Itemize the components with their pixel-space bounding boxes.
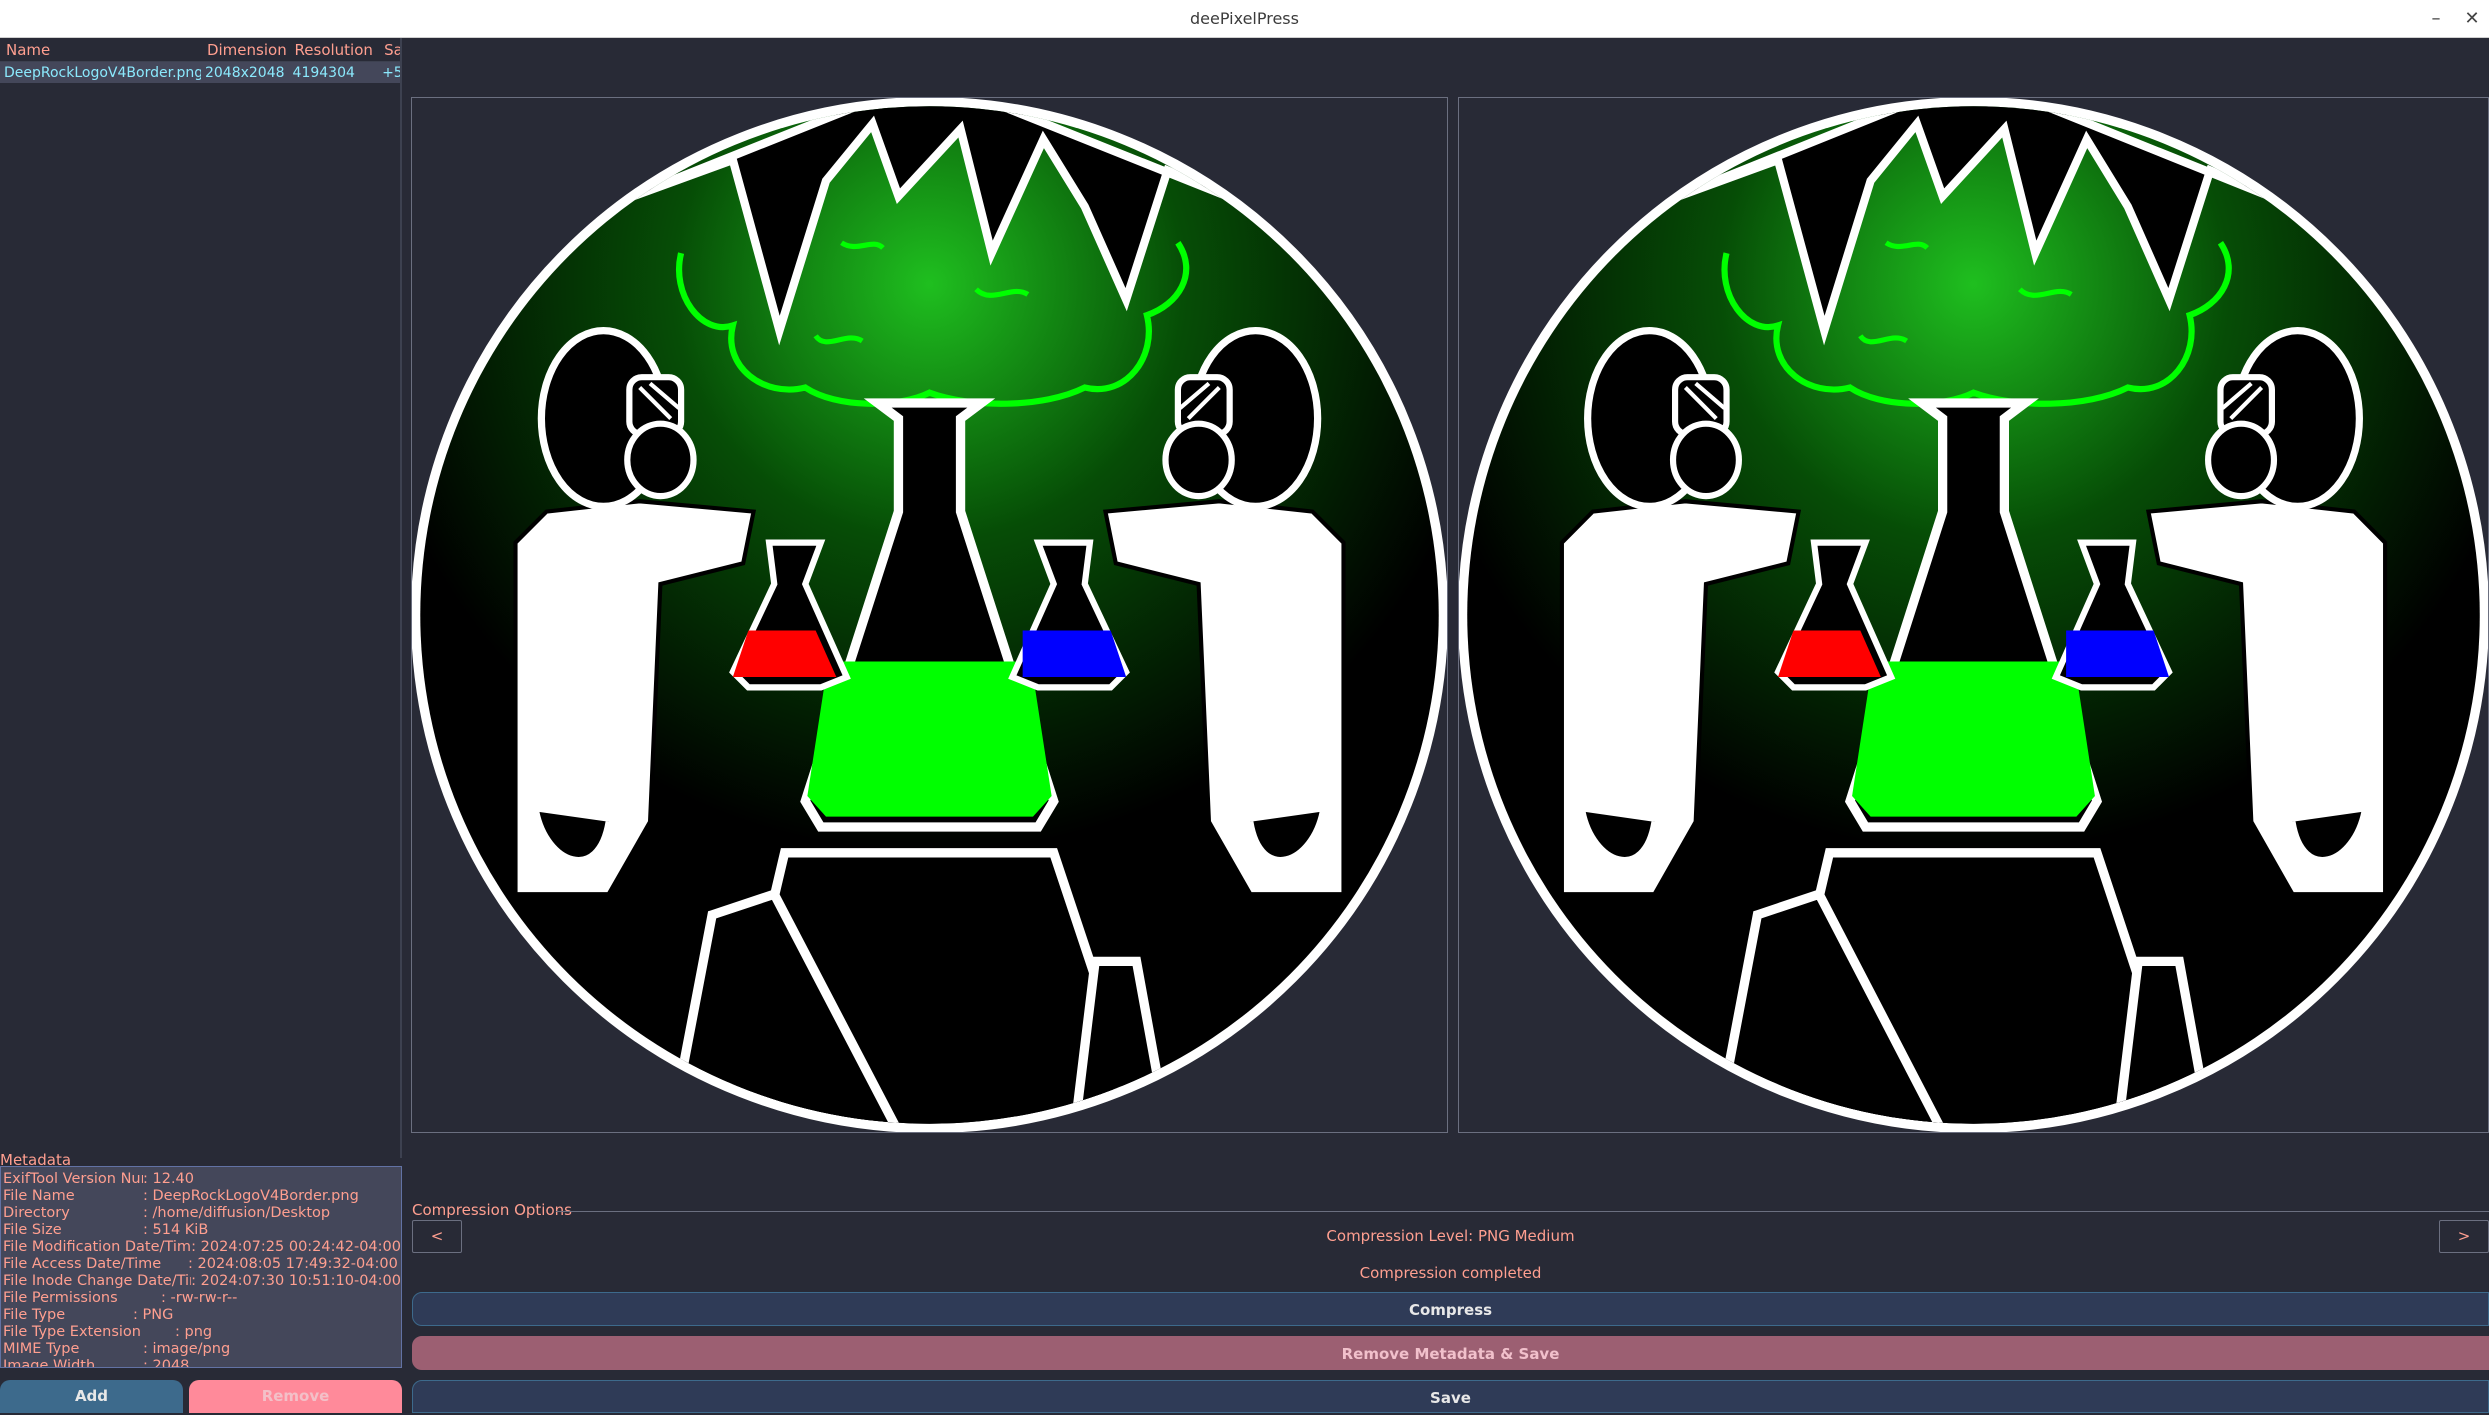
metadata-line: File Modification Date/Time: 2024:07:25 … (3, 1239, 401, 1256)
metadata-line: File Permissions : -rw-rw-r-- (3, 1290, 401, 1307)
window-title: deePixelPress (1190, 9, 1299, 28)
column-header-name[interactable]: Name (0, 41, 201, 59)
compress-button[interactable]: Compress (412, 1292, 2489, 1326)
remove-button[interactable]: Remove (189, 1380, 402, 1413)
compression-level-text: Compression Level: PNG Medium (1326, 1227, 1575, 1245)
metadata-value: : 514 KiB (143, 1222, 209, 1238)
metadata-value: : PNG (133, 1307, 174, 1323)
file-row[interactable]: DeepRockLogoV4Border.png 2048x2048 41943… (0, 62, 400, 83)
metadata-key: ExifTool Version Number (3, 1171, 143, 1187)
column-header-dimension[interactable]: Dimension (201, 41, 289, 59)
metadata-key: File Type Extension (3, 1324, 141, 1340)
metadata-value: : -rw-rw-r-- (161, 1290, 238, 1306)
metadata-key: File Name (3, 1188, 75, 1204)
metadata-value: : 2048 (143, 1358, 190, 1368)
metadata-value: : 2024:08:05 17:49:32-04:00 (188, 1256, 398, 1272)
metadata-line: File Name : DeepRockLogoV4Border.png (3, 1188, 401, 1205)
metadata-value: : png (175, 1324, 213, 1340)
metadata-key: Image Width (3, 1358, 96, 1368)
add-button[interactable]: Add (0, 1380, 183, 1413)
remove-metadata-save-button[interactable]: Remove Metadata & Save (412, 1336, 2489, 1370)
metadata-line: ExifTool Version Number: 12.40 (3, 1171, 401, 1188)
metadata-key: File Type (3, 1307, 66, 1323)
logo-image-compressed (1459, 98, 2488, 1132)
metadata-line: File Type : PNG (3, 1307, 401, 1324)
column-header-resolution[interactable]: Resolution (289, 41, 379, 59)
file-list-header: Name Dimension Resolution Sa (0, 38, 400, 62)
metadata-key: File Size (3, 1222, 62, 1238)
metadata-key: File Modification Date/Time (3, 1239, 192, 1255)
metadata-key: File Access Date/Time (3, 1256, 162, 1272)
metadata-value: : DeepRockLogoV4Border.png (143, 1188, 359, 1204)
metadata-value: : 2024:07:25 00:24:42-04:00 (191, 1239, 401, 1255)
metadata-line: File Inode Change Date/Time: 2024:07:30 … (3, 1273, 401, 1290)
minimize-icon[interactable]: – (2419, 0, 2453, 38)
metadata-line: MIME Type : image/png (3, 1341, 401, 1358)
save-button[interactable]: Save (412, 1380, 2489, 1413)
previous-level-button[interactable]: < (412, 1220, 462, 1253)
file-dimension-cell: 2048x2048 (204, 64, 285, 81)
metadata-line: File Type Extension : png (3, 1324, 401, 1341)
next-level-button[interactable]: > (2439, 1220, 2489, 1253)
file-resolution-cell: 4194304 (292, 64, 355, 81)
metadata-line: Directory : /home/diffusion/Desktop (3, 1205, 401, 1222)
metadata-value: : image/png (143, 1341, 231, 1357)
metadata-key: Directory (3, 1205, 70, 1221)
compressed-image-preview (1458, 97, 2489, 1133)
file-list[interactable]: Name Dimension Resolution Sa DeepRockLog… (0, 38, 402, 1158)
metadata-line: File Size : 514 KiB (3, 1222, 401, 1239)
metadata-key: File Inode Change Date/Time (3, 1273, 191, 1289)
metadata-value: : /home/diffusion/Desktop (143, 1205, 331, 1221)
file-size-cell: +5 (382, 64, 400, 81)
metadata-value: : 2024:07:30 10:51:10-04:00 (191, 1273, 401, 1289)
metadata-line: File Access Date/Time : 2024:08:05 17:49:… (3, 1256, 401, 1273)
column-header-size[interactable]: Sa (378, 41, 400, 59)
original-image-preview (411, 97, 1448, 1133)
close-icon[interactable]: ✕ (2455, 0, 2489, 38)
compression-options-label: Compression Options (412, 1201, 572, 1219)
compression-status: Compression completed (1359, 1264, 1542, 1282)
metadata-value: : 12.40 (143, 1171, 195, 1187)
file-name-cell: DeepRockLogoV4Border.png (4, 64, 201, 81)
metadata-panel[interactable]: ExifTool Version Number: 12.40 File Name… (0, 1166, 402, 1368)
metadata-line: Image Width : 2048 (3, 1358, 401, 1368)
title-bar: deePixelPress – ✕ (0, 0, 2489, 38)
logo-image-original (412, 98, 1447, 1132)
compression-options-divider (556, 1211, 2489, 1212)
metadata-key: MIME Type (3, 1341, 80, 1357)
metadata-key: File Permissions (3, 1290, 118, 1306)
